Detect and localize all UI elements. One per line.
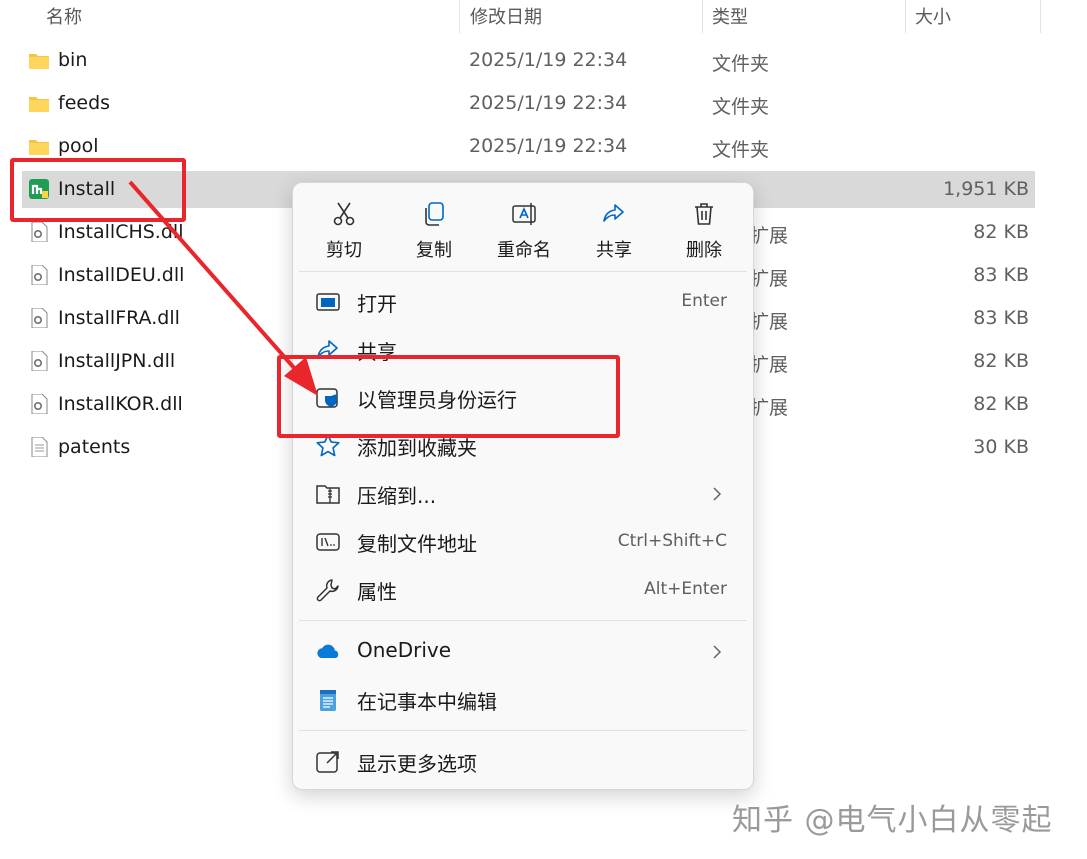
menu-separator: [299, 730, 747, 731]
scissors-icon: [333, 202, 355, 226]
context-menu: 剪切 复制 重命名 共享 删除 打开 Enter 共享 以管理员身份运行 添加到…: [292, 182, 754, 790]
file-size: 82 KB: [973, 221, 1029, 243]
file-date: 2025/1/19 22:34: [469, 92, 628, 114]
highlight-box-run-as-admin: [277, 355, 620, 438]
dll-icon: [31, 222, 48, 242]
document-icon: [31, 437, 48, 457]
highlight-box-install: [10, 158, 186, 222]
rename-button[interactable]: 重命名: [487, 201, 561, 267]
column-header: 名称 修改日期 类型 大小: [0, 0, 1087, 33]
dll-icon: [31, 265, 48, 285]
zip-folder-icon: [316, 485, 340, 504]
file-name: bin: [58, 49, 88, 71]
menu-item-onedrive[interactable]: OneDrive: [299, 630, 747, 674]
menu-separator: [299, 620, 747, 621]
menu-item-label: 显示更多选项: [357, 752, 477, 776]
column-type-header[interactable]: 类型: [712, 3, 748, 29]
file-type: 文件夹: [712, 53, 770, 75]
menu-item-copy-path[interactable]: 复制文件地址 Ctrl+Shift+C: [299, 520, 747, 564]
menu-item-label: 复制文件地址: [357, 532, 477, 556]
file-name: InstallCHS.dll: [58, 221, 184, 243]
trash-icon: [695, 203, 713, 225]
file-size: 82 KB: [973, 393, 1029, 415]
column-name-header[interactable]: 名称: [46, 3, 82, 29]
share-icon: [603, 204, 624, 222]
notepad-icon: [320, 690, 336, 711]
copy-icon: [425, 202, 444, 226]
more-options-icon: [316, 751, 339, 773]
menu-separator: [299, 271, 747, 272]
column-date-header[interactable]: 修改日期: [470, 3, 542, 29]
rename-label: 重命名: [497, 240, 551, 261]
delete-label: 删除: [686, 240, 722, 261]
copy-button[interactable]: 复制: [397, 201, 471, 267]
chevron-right-icon: [713, 487, 722, 501]
column-size-header[interactable]: 大小: [915, 3, 951, 29]
cloud-icon: [317, 644, 339, 658]
folder-icon: [29, 140, 49, 155]
delete-button[interactable]: 删除: [667, 201, 741, 267]
menu-item-show-more-options[interactable]: 显示更多选项: [299, 740, 747, 784]
file-size: 30 KB: [973, 436, 1029, 458]
file-name: InstallJPN.dll: [58, 350, 176, 372]
share-label: 共享: [596, 240, 632, 261]
menu-item-compress[interactable]: 压缩到...: [299, 472, 747, 516]
file-name: InstallKOR.dll: [58, 393, 183, 415]
folder-icon: [29, 54, 49, 69]
file-size: 83 KB: [973, 264, 1029, 286]
file-type: 文件夹: [712, 139, 770, 161]
menu-item-properties[interactable]: 属性 Alt+Enter: [299, 568, 747, 612]
menu-item-shortcut: Ctrl+Shift+C: [617, 531, 727, 551]
menu-item-shortcut: Enter: [681, 291, 727, 311]
file-row[interactable]: feeds 2025/1/19 22:34 文件夹: [22, 85, 1035, 122]
open-app-icon: [316, 293, 340, 311]
rename-icon: [512, 203, 536, 225]
share-button[interactable]: 共享: [577, 201, 651, 267]
file-name: pool: [58, 135, 99, 157]
file-name: InstallFRA.dll: [58, 307, 180, 329]
file-size: 82 KB: [973, 350, 1029, 372]
column-divider[interactable]: [905, 0, 906, 33]
file-name: feeds: [58, 92, 111, 114]
file-name: InstallDEU.dll: [58, 264, 185, 286]
column-divider[interactable]: [702, 0, 703, 33]
menu-item-open[interactable]: 打开 Enter: [299, 280, 747, 324]
menu-item-label: 在记事本中编辑: [357, 690, 497, 714]
dll-icon: [31, 308, 48, 328]
copy-label: 复制: [416, 240, 452, 261]
column-divider[interactable]: [459, 0, 460, 33]
file-size: 1,951 KB: [943, 178, 1029, 200]
menu-item-edit-in-notepad[interactable]: 在记事本中编辑: [299, 678, 747, 722]
file-type: 文件夹: [712, 96, 770, 118]
chevron-right-icon: [713, 645, 722, 659]
file-date: 2025/1/19 22:34: [469, 49, 628, 71]
dll-icon: [31, 394, 48, 414]
copy-path-icon: [316, 533, 340, 551]
menu-item-label: 属性: [357, 580, 397, 604]
folder-icon: [29, 97, 49, 112]
wrench-icon: [316, 579, 339, 602]
file-date: 2025/1/19 22:34: [469, 135, 628, 157]
column-divider[interactable]: [1040, 0, 1041, 33]
cut-button[interactable]: 剪切: [307, 201, 381, 267]
menu-item-label: OneDrive: [357, 638, 452, 662]
menu-item-label: 打开: [357, 292, 397, 316]
menu-item-shortcut: Alt+Enter: [644, 579, 727, 599]
watermark: 知乎 @电气小白从零起: [732, 803, 1053, 838]
file-size: 83 KB: [973, 307, 1029, 329]
cut-label: 剪切: [326, 240, 362, 261]
menu-item-label: 压缩到...: [357, 484, 437, 508]
file-name: patents: [58, 436, 131, 458]
dll-icon: [31, 351, 48, 371]
file-row[interactable]: bin 2025/1/19 22:34 文件夹: [22, 42, 1035, 79]
